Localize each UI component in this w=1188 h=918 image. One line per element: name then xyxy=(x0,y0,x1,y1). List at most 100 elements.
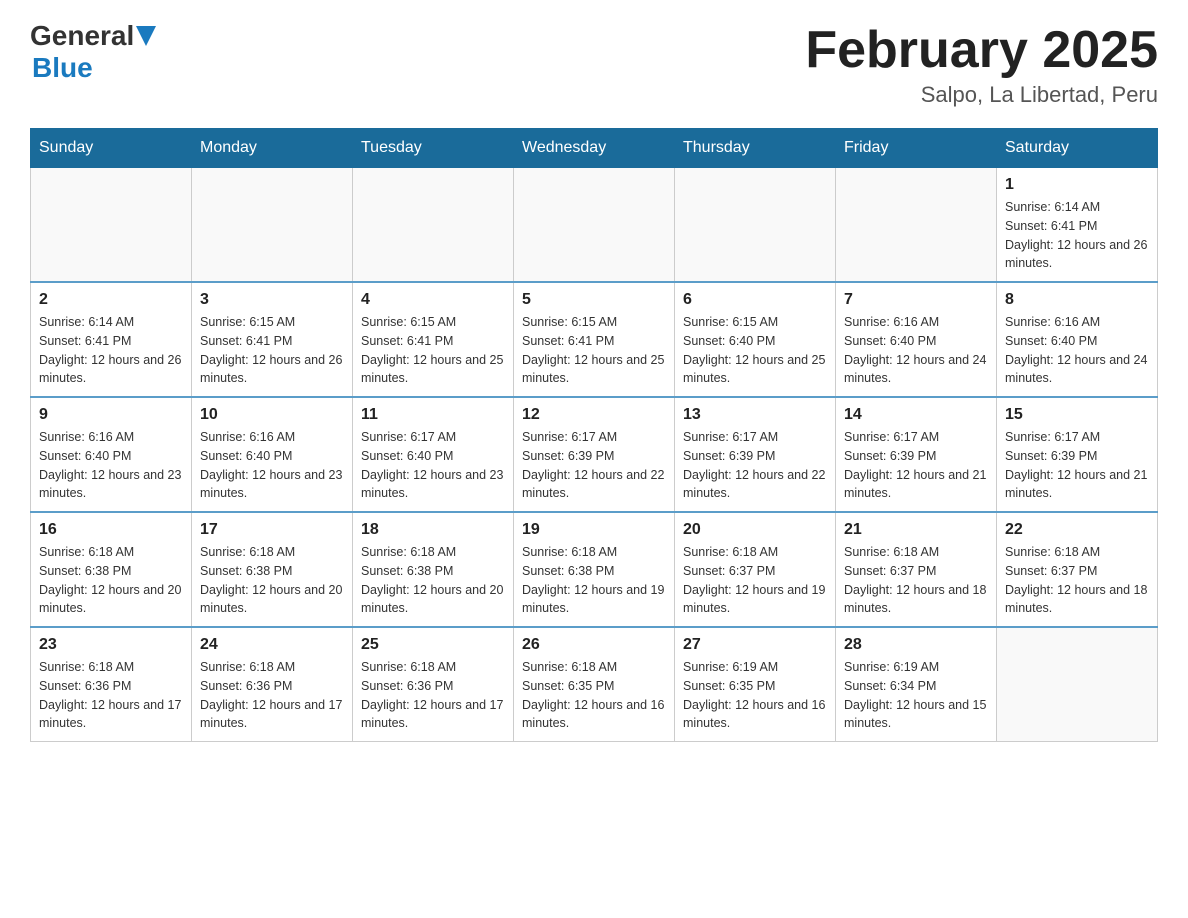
calendar-cell: 28 Sunrise: 6:19 AM Sunset: 6:34 PM Dayli… xyxy=(836,627,997,742)
day-number: 16 xyxy=(39,521,183,539)
calendar-cell: 23Sunrise: 6:18 AM Sunset: 6:36 PM Dayli… xyxy=(31,627,192,742)
day-info: Sunrise: 6:17 AM Sunset: 6:39 PM Dayligh… xyxy=(522,428,666,503)
day-of-week-header: Saturday xyxy=(997,129,1158,168)
calendar-header-row: SundayMondayTuesdayWednesdayThursdayFrid… xyxy=(31,129,1158,168)
day-number: 23 xyxy=(39,636,183,654)
calendar-cell xyxy=(997,627,1158,742)
calendar-cell: 12 Sunrise: 6:17 AM Sunset: 6:39 PM Dayli… xyxy=(514,397,675,512)
calendar-cell: 9Sunrise: 6:16 AM Sunset: 6:40 PM Daylig… xyxy=(31,397,192,512)
calendar-cell: 20Sunrise: 6:18 AM Sunset: 6:37 PM Dayli… xyxy=(675,512,836,627)
logo-general-text: General xyxy=(30,20,134,52)
calendar-table: SundayMondayTuesdayWednesdayThursdayFrid… xyxy=(30,128,1158,742)
calendar-cell: 7 Sunrise: 6:16 AM Sunset: 6:40 PM Daylig… xyxy=(836,282,997,397)
calendar-cell: 22 Sunrise: 6:18 AM Sunset: 6:37 PM Dayli… xyxy=(997,512,1158,627)
day-of-week-header: Monday xyxy=(192,129,353,168)
day-of-week-header: Thursday xyxy=(675,129,836,168)
calendar-cell: 21Sunrise: 6:18 AM Sunset: 6:37 PM Dayli… xyxy=(836,512,997,627)
day-number: 27 xyxy=(683,636,827,654)
calendar-cell xyxy=(675,168,836,283)
day-info: Sunrise: 6:18 AM Sunset: 6:35 PM Dayligh… xyxy=(522,658,666,733)
day-number: 17 xyxy=(200,521,344,539)
calendar-cell: 3 Sunrise: 6:15 AM Sunset: 6:41 PM Daylig… xyxy=(192,282,353,397)
day-number: 1 xyxy=(1005,176,1149,194)
calendar-week-row: 23 Sunrise: 6:18 AM Sunset: 6:36 PM Dayli… xyxy=(31,627,1158,742)
location-title: Salpo, La Libertad, Peru xyxy=(805,82,1158,108)
calendar-cell: 24Sunrise: 6:18 AM Sunset: 6:36 PM Dayli… xyxy=(192,627,353,742)
calendar-cell: 11 Sunrise: 6:17 AM Sunset: 6:40 PM Dayli… xyxy=(353,397,514,512)
day-info: Sunrise: 6:17 AM Sunset: 6:39 PM Dayligh… xyxy=(844,428,988,503)
day-of-week-header: Tuesday xyxy=(353,129,514,168)
calendar-cell: 19 Sunrise: 6:18 AM Sunset: 6:38 PM Dayli… xyxy=(514,512,675,627)
day-info: Sunrise: 6:14 AM Sunset: 6:41 PM Dayligh… xyxy=(1005,198,1149,273)
day-info: Sunrise: 6:17 AM Sunset: 6:39 PM Dayligh… xyxy=(683,428,827,503)
calendar-cell: 26 Sunrise: 6:18 AM Sunset: 6:35 PM Dayli… xyxy=(514,627,675,742)
day-number: 19 xyxy=(522,521,666,539)
day-number: 3 xyxy=(200,291,344,309)
calendar-week-row: 9 Sunrise: 6:16 AM Sunset: 6:40 PM Daylig… xyxy=(31,397,1158,512)
day-number: 9 xyxy=(39,406,183,424)
day-number: 13 xyxy=(683,406,827,424)
calendar-cell xyxy=(836,168,997,283)
calendar-cell: 27 Sunrise: 6:19 AM Sunset: 6:35 PM Dayli… xyxy=(675,627,836,742)
day-info: Sunrise: 6:18 AM Sunset: 6:38 PM Dayligh… xyxy=(522,543,666,618)
calendar-cell xyxy=(192,168,353,283)
day-number: 5 xyxy=(522,291,666,309)
day-number: 8 xyxy=(1005,291,1149,309)
day-info: Sunrise: 6:16 AM Sunset: 6:40 PM Dayligh… xyxy=(200,428,344,503)
day-info: Sunrise: 6:19 AM Sunset: 6:34 PM Dayligh… xyxy=(844,658,988,733)
day-number: 15 xyxy=(1005,406,1149,424)
month-title: February 2025 xyxy=(805,20,1158,80)
day-info: Sunrise: 6:14 AM Sunset: 6:41 PM Dayligh… xyxy=(39,313,183,388)
calendar-cell xyxy=(31,168,192,283)
day-of-week-header: Sunday xyxy=(31,129,192,168)
logo: General Blue xyxy=(30,20,156,84)
day-info: Sunrise: 6:15 AM Sunset: 6:41 PM Dayligh… xyxy=(361,313,505,388)
calendar-week-row: 2 Sunrise: 6:14 AM Sunset: 6:41 PM Daylig… xyxy=(31,282,1158,397)
day-of-week-header: Friday xyxy=(836,129,997,168)
day-number: 7 xyxy=(844,291,988,309)
day-number: 14 xyxy=(844,406,988,424)
title-block: February 2025 Salpo, La Libertad, Peru xyxy=(805,20,1158,108)
day-info: Sunrise: 6:18 AM Sunset: 6:37 PM Dayligh… xyxy=(1005,543,1149,618)
day-info: Sunrise: 6:18 AM Sunset: 6:36 PM Dayligh… xyxy=(361,658,505,733)
logo-blue-text: Blue xyxy=(32,52,156,84)
calendar-cell: 8 Sunrise: 6:16 AM Sunset: 6:40 PM Daylig… xyxy=(997,282,1158,397)
calendar-cell: 16Sunrise: 6:18 AM Sunset: 6:38 PM Dayli… xyxy=(31,512,192,627)
day-number: 26 xyxy=(522,636,666,654)
day-number: 6 xyxy=(683,291,827,309)
day-info: Sunrise: 6:15 AM Sunset: 6:40 PM Dayligh… xyxy=(683,313,827,388)
logo-triangle-icon xyxy=(136,22,156,46)
day-of-week-header: Wednesday xyxy=(514,129,675,168)
calendar-cell: 25 Sunrise: 6:18 AM Sunset: 6:36 PM Dayli… xyxy=(353,627,514,742)
day-number: 22 xyxy=(1005,521,1149,539)
day-number: 11 xyxy=(361,406,505,424)
calendar-cell: 10 Sunrise: 6:16 AM Sunset: 6:40 PM Dayli… xyxy=(192,397,353,512)
calendar-cell xyxy=(353,168,514,283)
calendar-cell: 1 Sunrise: 6:14 AM Sunset: 6:41 PM Daylig… xyxy=(997,168,1158,283)
day-info: Sunrise: 6:18 AM Sunset: 6:36 PM Dayligh… xyxy=(200,658,344,733)
calendar-cell: 13 Sunrise: 6:17 AM Sunset: 6:39 PM Dayli… xyxy=(675,397,836,512)
day-number: 12 xyxy=(522,406,666,424)
day-info: Sunrise: 6:19 AM Sunset: 6:35 PM Dayligh… xyxy=(683,658,827,733)
calendar-cell: 2 Sunrise: 6:14 AM Sunset: 6:41 PM Daylig… xyxy=(31,282,192,397)
day-number: 4 xyxy=(361,291,505,309)
day-info: Sunrise: 6:17 AM Sunset: 6:40 PM Dayligh… xyxy=(361,428,505,503)
day-info: Sunrise: 6:17 AM Sunset: 6:39 PM Dayligh… xyxy=(1005,428,1149,503)
calendar-cell: 14 Sunrise: 6:17 AM Sunset: 6:39 PM Dayli… xyxy=(836,397,997,512)
day-info: Sunrise: 6:16 AM Sunset: 6:40 PM Dayligh… xyxy=(1005,313,1149,388)
day-info: Sunrise: 6:18 AM Sunset: 6:37 PM Dayligh… xyxy=(683,543,827,618)
page-header: General Blue February 2025 Salpo, La Lib… xyxy=(30,20,1158,108)
day-number: 18 xyxy=(361,521,505,539)
day-number: 28 xyxy=(844,636,988,654)
day-info: Sunrise: 6:15 AM Sunset: 6:41 PM Dayligh… xyxy=(200,313,344,388)
calendar-cell: 6 Sunrise: 6:15 AM Sunset: 6:40 PM Daylig… xyxy=(675,282,836,397)
day-number: 21 xyxy=(844,521,988,539)
day-info: Sunrise: 6:16 AM Sunset: 6:40 PM Dayligh… xyxy=(844,313,988,388)
day-info: Sunrise: 6:18 AM Sunset: 6:38 PM Dayligh… xyxy=(361,543,505,618)
calendar-cell: 18 Sunrise: 6:18 AM Sunset: 6:38 PM Dayli… xyxy=(353,512,514,627)
day-number: 25 xyxy=(361,636,505,654)
calendar-cell: 17Sunrise: 6:18 AM Sunset: 6:38 PM Dayli… xyxy=(192,512,353,627)
day-number: 10 xyxy=(200,406,344,424)
calendar-cell: 15 Sunrise: 6:17 AM Sunset: 6:39 PM Dayli… xyxy=(997,397,1158,512)
day-number: 2 xyxy=(39,291,183,309)
